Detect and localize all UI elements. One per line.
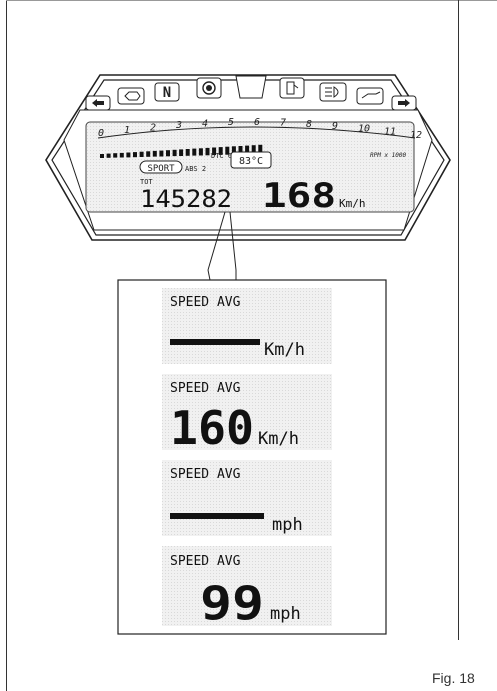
rpm-bar-segment (126, 152, 131, 158)
speed-value: 168 (262, 176, 336, 216)
speed-unit: Km/h (339, 197, 366, 210)
panel-value: 99 (200, 576, 264, 630)
instrument-diagram: N 0 1 2 3 4 5 6 7 8 9 10 11 12 RPM x 100… (45, 74, 451, 635)
high-beam-icon (319, 82, 347, 102)
rpm-unit-label: RPM x 1000 (370, 152, 407, 159)
panel-unit: Km/h (258, 429, 299, 449)
left-turn-icon (85, 95, 111, 111)
figure-caption: Fig. 18 (432, 670, 475, 686)
odometer-value: 145282 (140, 185, 232, 213)
rpm-tick-12: 12 (410, 130, 422, 141)
panel-title: SPEED AVG (170, 467, 241, 482)
rpm-tick-5: 5 (228, 117, 234, 128)
rpm-bar-segment (198, 148, 203, 156)
speed-avg-panel-2: SPEED AVG 160 Km/h (162, 374, 332, 455)
panel-title: SPEED AVG (170, 381, 241, 396)
abs-label: ABS 2 (185, 165, 206, 173)
rpm-bar-segment (159, 150, 164, 157)
panel-unit: Km/h (264, 340, 305, 360)
panel-value: 160 (170, 401, 254, 455)
rpm-bar-segment (106, 153, 111, 158)
speed-avg-panel-3: SPEED AVG mph (162, 460, 332, 536)
sport-mode-badge: SPORT (139, 160, 183, 174)
rpm-bar-segment (139, 151, 144, 157)
rpm-bar-segment (119, 152, 124, 158)
rpm-bar-segment (166, 150, 170, 157)
rpm-bar-segment (100, 154, 104, 158)
neutral-icon: N (154, 82, 180, 102)
rpm-bar-segment (113, 153, 118, 158)
rpm-bar-segment (152, 150, 157, 157)
speed-avg-panel-1: SPEED AVG Km/h (162, 288, 332, 364)
temperature-value: 83°C (239, 156, 263, 167)
rpm-tick-6: 6 (254, 117, 260, 128)
oil-pressure-icon (356, 87, 384, 105)
dashes-value (170, 339, 260, 345)
right-turn-icon (391, 95, 417, 111)
mode-label: SPORT (147, 164, 175, 174)
rpm-bar-segment (192, 148, 197, 156)
rpm-bar-segment (133, 152, 137, 158)
dashes-value (170, 513, 264, 519)
rpm-bar-segment (185, 149, 190, 156)
speed-avg-panel-4: SPEED AVG 99 mph (162, 546, 332, 630)
rpm-bar-segment (146, 151, 151, 157)
rpm-bar-segment (205, 147, 210, 156)
fuel-icon (279, 77, 305, 99)
panel-unit: mph (272, 515, 303, 535)
rpm-bar-segment (172, 149, 177, 157)
panel-unit: mph (270, 604, 301, 624)
temperature-badge: 83°C (230, 151, 272, 169)
panel-title: SPEED AVG (170, 295, 241, 310)
rpm-tick-11: 11 (384, 127, 396, 138)
rpm-bar-segment (179, 149, 184, 156)
engine-check-icon (117, 87, 145, 105)
center-notch (235, 75, 267, 99)
dtc-label: DTC 6 (211, 152, 232, 160)
neutral-label: N (163, 85, 171, 101)
panel-title: SPEED AVG (170, 554, 241, 569)
abs-icon (196, 77, 222, 99)
